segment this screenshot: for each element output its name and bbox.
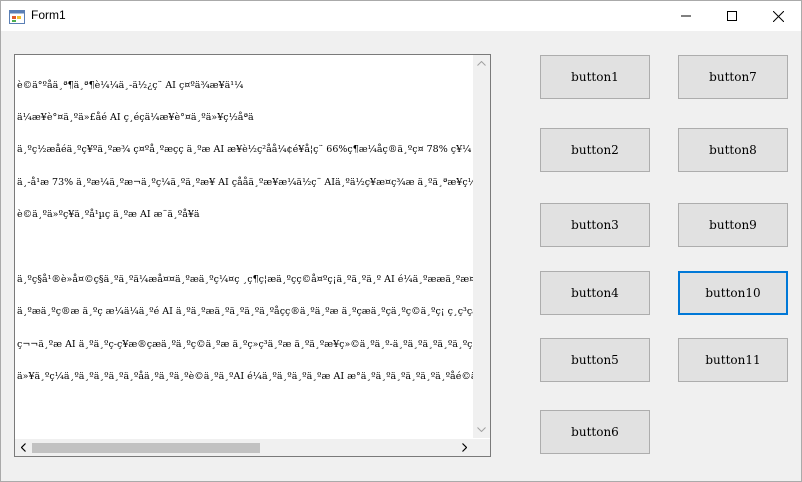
button4[interactable]: button4: [540, 271, 650, 315]
text-line: è©ä°ºåä¸ª¶ä¸ª¶è¼¼ä¸-ä½¿ç¨ AI ç¤ºä¾æ¥ä¹¼: [17, 79, 244, 91]
chevron-right-icon: [462, 443, 467, 452]
button7[interactable]: button7: [678, 55, 788, 99]
chevron-left-icon: [21, 443, 26, 452]
scroll-left-button[interactable]: [15, 439, 32, 456]
form1-window: Form1 è©ä°ºåä¸ª¶ä¸ª¶è¼¼ä¸-ä½¿ç¨ AI ç¤ºä¾…: [0, 0, 802, 482]
minimize-button[interactable]: [663, 1, 709, 31]
window-title: Form1: [31, 8, 66, 22]
button8[interactable]: button8: [678, 128, 788, 172]
text-line: ä¼æ¥­è°¤ä¸ºä»£åé AI ç¸éçä¼æ¥­è°¤ä¸ºä»¥ç½…: [17, 111, 254, 123]
text-line: ç¬¬ä¸ºæ AI ä¸ºä¸ºç-ç¥æ®çæä¸ºä¸ºç©ä¸ºæ ä¸…: [17, 338, 473, 350]
title-bar[interactable]: Form1: [1, 1, 801, 31]
button5[interactable]: button5: [540, 338, 650, 382]
text-line: ä¸-å¹æ 73% ä¸ºæ¼ä¸ºæ¬ä¸ºç¼ä¸ºä¸ºæ¥ AI çå…: [17, 176, 473, 188]
button1[interactable]: button1: [540, 55, 650, 99]
scrollbar-corner: [473, 439, 490, 456]
button10[interactable]: button10: [678, 271, 788, 315]
chevron-down-icon: [477, 427, 486, 432]
text-line: ä¸ºç§å¹®è»å¤©ç§ä¸ºä¸ºä¼æå¤¤ä¸ºæä¸ºç¼¤ç ¸…: [17, 273, 473, 285]
scroll-up-button[interactable]: [473, 55, 490, 72]
minimize-icon: [681, 15, 691, 17]
button9[interactable]: button9: [678, 203, 788, 247]
horizontal-scrollbar[interactable]: [15, 439, 473, 456]
scroll-right-button[interactable]: [456, 439, 473, 456]
multiline-textbox[interactable]: è©ä°ºåä¸ª¶ä¸ª¶è¼¼ä¸-ä½¿ç¨ AI ç¤ºä¾æ¥ä¹¼ …: [14, 54, 491, 457]
text-line: ä¸ºæä¸ºç®æ ä¸ºç æ¼ä¼ä¸ºé AI ä¸ºä¸ºæä¸ºä¸…: [17, 306, 473, 318]
maximize-button[interactable]: [709, 1, 755, 31]
maximize-icon: [727, 11, 737, 21]
close-button[interactable]: [755, 1, 801, 31]
app-icon: [9, 9, 25, 24]
text-line: ä»¥ä¸ºç¼ä¸ºä¸ºä¸ºä¸ºä¸ºåä¸ºä¸ºä¸ºè©ä¸ºä¸…: [17, 371, 473, 383]
button3[interactable]: button3: [540, 203, 650, 247]
chevron-up-icon: [477, 61, 486, 66]
button2[interactable]: button2: [540, 128, 650, 172]
close-icon: [772, 10, 784, 22]
text-line: [17, 243, 473, 254]
text-line: ä¸ºç½æåé­ä¸ºç¥ºä¸ºæ¾ ç¤ºå¸ºæçç ä¸ºæ AI æ…: [17, 144, 472, 156]
vertical-scrollbar[interactable]: [473, 55, 490, 438]
text-line: è©ä¸ºä»ºç¥ä¸ºå¹µç ä¸ºæ AI æ¨ä¸ºå¥ä: [17, 209, 200, 221]
button6[interactable]: button6: [540, 410, 650, 454]
scroll-down-button[interactable]: [473, 421, 490, 438]
textbox-content[interactable]: è©ä°ºåä¸ª¶ä¸ª¶è¼¼ä¸-ä½¿ç¨ AI ç¤ºä¾æ¥ä¹¼ …: [17, 59, 473, 439]
horizontal-scroll-thumb[interactable]: [32, 443, 260, 453]
button11[interactable]: button11: [678, 338, 788, 382]
